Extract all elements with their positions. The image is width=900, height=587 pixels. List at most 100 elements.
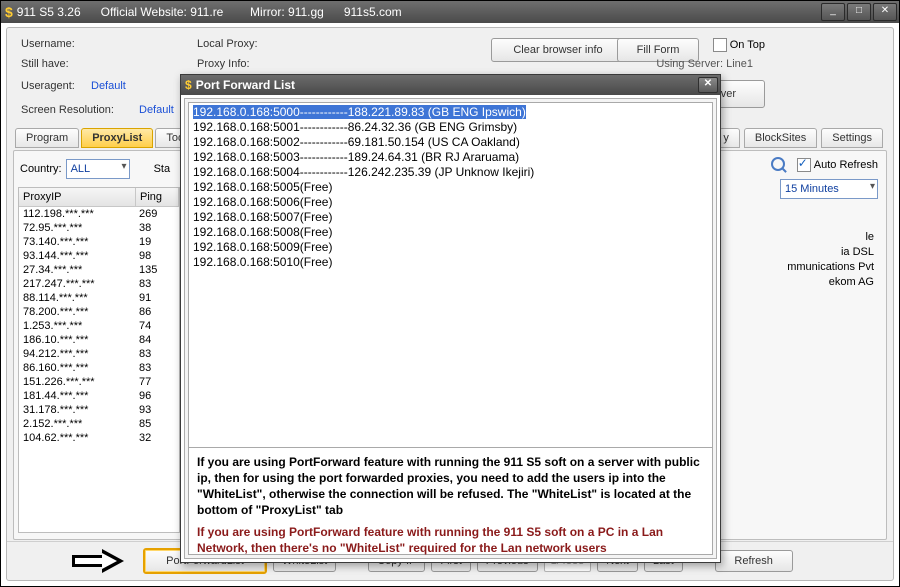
proxy-table-body: 112.198.***.***26972.95.***.***3873.140.… bbox=[19, 207, 179, 445]
cell-ip: 186.10.***.*** bbox=[19, 333, 135, 347]
port-forward-entry[interactable]: 192.168.0.168:5007(Free) bbox=[193, 210, 708, 225]
titlebar[interactable]: $ 911 S5 3.26 Official Website: 911.re M… bbox=[1, 1, 899, 23]
refresh-button[interactable]: Refresh bbox=[715, 550, 793, 572]
cell-ip: 104.62.***.*** bbox=[19, 431, 135, 445]
table-row[interactable]: 72.95.***.***38 bbox=[19, 221, 179, 235]
username-label: Username: bbox=[21, 38, 75, 50]
cell-ip: 27.34.***.*** bbox=[19, 263, 135, 277]
cell-ip: 94.212.***.*** bbox=[19, 347, 135, 361]
table-row[interactable]: 2.152.***.***85 bbox=[19, 417, 179, 431]
window-title: 911 S5 3.26 Official Website: 911.re Mir… bbox=[17, 5, 402, 19]
port-forward-entry[interactable]: 192.168.0.168:5003------------189.24.64.… bbox=[193, 150, 708, 165]
port-forward-entry[interactable]: 192.168.0.168:5004------------126.242.23… bbox=[193, 165, 708, 180]
port-forward-entry[interactable]: 192.168.0.168:5006(Free) bbox=[193, 195, 708, 210]
port-forward-entry[interactable]: 192.168.0.168:5005(Free) bbox=[193, 180, 708, 195]
clear-browser-button[interactable]: Clear browser info bbox=[491, 38, 625, 62]
table-row[interactable]: 93.144.***.***98 bbox=[19, 249, 179, 263]
tabs-left: Program ProxyList Tod bbox=[15, 128, 194, 148]
table-row[interactable]: 27.34.***.***135 bbox=[19, 263, 179, 277]
cell-ping: 93 bbox=[135, 403, 179, 417]
table-row[interactable]: 217.247.***.***83 bbox=[19, 277, 179, 291]
tabs-right: y BlockSites Settings bbox=[719, 128, 883, 148]
cell-ping: 84 bbox=[135, 333, 179, 347]
cell-ping: 98 bbox=[135, 249, 179, 263]
table-row[interactable]: 104.62.***.***32 bbox=[19, 431, 179, 445]
search-icon[interactable] bbox=[771, 157, 787, 173]
table-row[interactable]: 1.253.***.***74 bbox=[19, 319, 179, 333]
note-lan: If you are using PortForward feature wit… bbox=[197, 524, 704, 556]
cell-ping: 85 bbox=[135, 417, 179, 431]
cell-ping: 135 bbox=[135, 263, 179, 277]
cell-ip: 88.114.***.*** bbox=[19, 291, 135, 305]
table-row[interactable]: 78.200.***.***86 bbox=[19, 305, 179, 319]
minimize-button[interactable]: _ bbox=[821, 3, 845, 21]
local-proxy-label: Local Proxy: bbox=[197, 38, 258, 50]
port-forward-entry[interactable]: 192.168.0.168:5010(Free) bbox=[193, 255, 708, 270]
proxy-table: ProxyIP Ping 112.198.***.***26972.95.***… bbox=[18, 187, 180, 533]
table-row[interactable]: 151.226.***.***77 bbox=[19, 375, 179, 389]
port-forward-entry[interactable]: 192.168.0.168:5009(Free) bbox=[193, 240, 708, 255]
isp-frag-2: ia DSL bbox=[841, 246, 874, 258]
table-row[interactable]: 186.10.***.***84 bbox=[19, 333, 179, 347]
table-row[interactable]: 94.212.***.***83 bbox=[19, 347, 179, 361]
tab-proxy-cut[interactable]: y bbox=[719, 128, 740, 148]
port-forward-dialog: $ Port Forward List ✕ 192.168.0.168:5000… bbox=[180, 74, 721, 563]
dialog-note: If you are using PortForward feature wit… bbox=[188, 447, 713, 555]
cell-ip: 112.198.***.*** bbox=[19, 207, 135, 221]
cell-ip: 73.140.***.*** bbox=[19, 235, 135, 249]
cell-ip: 217.247.***.*** bbox=[19, 277, 135, 291]
isp-frag-4: ekom AG bbox=[829, 276, 874, 288]
port-forward-entry[interactable]: 192.168.0.168:5002------------69.181.50.… bbox=[193, 135, 708, 150]
tab-program[interactable]: Program bbox=[15, 128, 79, 148]
proxy-info-label: Proxy Info: bbox=[197, 58, 250, 70]
on-top-label: On Top bbox=[730, 39, 765, 51]
close-button[interactable]: ✕ bbox=[873, 3, 897, 21]
table-row[interactable]: 86.160.***.***83 bbox=[19, 361, 179, 375]
port-forward-entry[interactable]: 192.168.0.168:5000------------188.221.89… bbox=[193, 105, 708, 120]
port-forward-entry[interactable]: 192.168.0.168:5008(Free) bbox=[193, 225, 708, 240]
dialog-titlebar[interactable]: $ Port Forward List ✕ bbox=[181, 75, 720, 95]
cell-ip: 1.253.***.*** bbox=[19, 319, 135, 333]
cell-ping: 96 bbox=[135, 389, 179, 403]
proxy-table-header: ProxyIP Ping bbox=[19, 188, 179, 207]
cell-ping: 38 bbox=[135, 221, 179, 235]
cell-ping: 19 bbox=[135, 235, 179, 249]
port-forward-list[interactable]: 192.168.0.168:5000------------188.221.89… bbox=[188, 102, 713, 448]
tab-settings[interactable]: Settings bbox=[821, 128, 883, 148]
cell-ping: 32 bbox=[135, 431, 179, 445]
main-window: $ 911 S5 3.26 Official Website: 911.re M… bbox=[0, 0, 900, 587]
port-forward-entry[interactable]: 192.168.0.168:5001------------86.24.32.3… bbox=[193, 120, 708, 135]
refresh-interval-select[interactable]: 15 Minutes bbox=[780, 179, 878, 199]
useragent-link[interactable]: Default bbox=[91, 80, 126, 92]
isp-frag-1: le bbox=[865, 231, 874, 243]
tab-blocksites[interactable]: BlockSites bbox=[744, 128, 817, 148]
table-row[interactable]: 31.178.***.***93 bbox=[19, 403, 179, 417]
country-select[interactable]: ALL bbox=[66, 159, 130, 179]
table-row[interactable]: 88.114.***.***91 bbox=[19, 291, 179, 305]
cell-ping: 91 bbox=[135, 291, 179, 305]
col-ping[interactable]: Ping bbox=[136, 188, 179, 206]
cell-ping: 77 bbox=[135, 375, 179, 389]
cell-ip: 78.200.***.*** bbox=[19, 305, 135, 319]
maximize-button[interactable]: □ bbox=[847, 3, 871, 21]
cell-ip: 181.44.***.*** bbox=[19, 389, 135, 403]
screen-res-label: Screen Resolution: bbox=[21, 104, 114, 116]
state-label: Sta bbox=[154, 163, 171, 175]
auto-refresh-checkbox[interactable] bbox=[797, 158, 811, 172]
table-row[interactable]: 73.140.***.***19 bbox=[19, 235, 179, 249]
tab-proxylist[interactable]: ProxyList bbox=[81, 128, 153, 148]
table-row[interactable]: 181.44.***.***96 bbox=[19, 389, 179, 403]
using-server-label: Using Server: Line1 bbox=[656, 58, 753, 70]
cell-ping: 74 bbox=[135, 319, 179, 333]
screen-res-link[interactable]: Default bbox=[139, 104, 174, 116]
cell-ip: 86.160.***.*** bbox=[19, 361, 135, 375]
table-row[interactable]: 112.198.***.***269 bbox=[19, 207, 179, 221]
col-proxyip[interactable]: ProxyIP bbox=[19, 188, 136, 206]
dialog-body: 192.168.0.168:5000------------188.221.89… bbox=[184, 98, 717, 559]
on-top-checkbox[interactable] bbox=[713, 38, 727, 52]
still-have-label: Still have: bbox=[21, 58, 69, 70]
auto-refresh-label: Auto Refresh bbox=[814, 159, 878, 171]
cell-ping: 86 bbox=[135, 305, 179, 319]
country-label: Country: bbox=[20, 163, 62, 175]
dialog-close-button[interactable]: ✕ bbox=[698, 77, 718, 93]
